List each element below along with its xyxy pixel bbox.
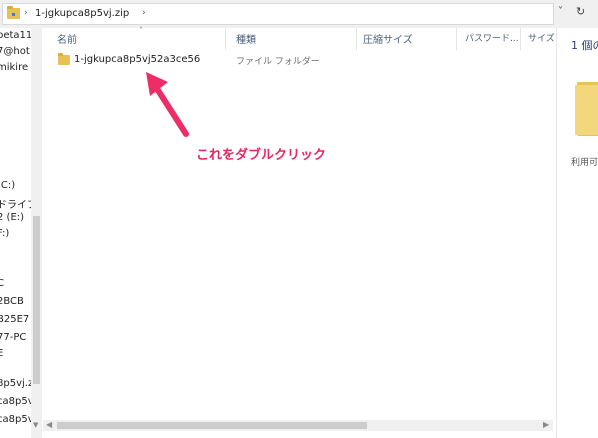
folder-icon xyxy=(58,53,70,65)
annotation-text: これをダブルクリック xyxy=(196,148,327,163)
column-header-compressed-size[interactable]: 圧縮サイズ xyxy=(363,31,413,46)
nav-scrollbar[interactable]: ▼ xyxy=(31,28,42,438)
column-divider[interactable] xyxy=(356,28,357,50)
column-header-type[interactable]: 種類 xyxy=(236,31,256,46)
column-header-size[interactable]: サイズ xyxy=(528,31,555,44)
nav-item[interactable]: B25E7 xyxy=(0,314,29,325)
column-divider[interactable] xyxy=(225,28,226,50)
column-header-password[interactable]: パスワード... xyxy=(465,31,519,44)
chevron-down-icon[interactable]: ˅ xyxy=(558,6,563,17)
address-bar-area: › 1-jgkupca8p5vj.zip › ˅ ↻ xyxy=(0,0,598,28)
breadcrumb-zip[interactable]: 1-jgkupca8p5vj.zip xyxy=(35,8,129,19)
nav-item[interactable]: 2 (E:) xyxy=(0,212,24,223)
scroll-right-arrow-icon[interactable]: ▶ xyxy=(543,420,549,429)
chevron-right-icon[interactable]: › xyxy=(24,8,28,18)
item-type: ファイル フォルダー xyxy=(236,57,320,67)
nav-item[interactable]: C xyxy=(0,278,4,289)
chevron-right-icon[interactable]: › xyxy=(142,8,146,18)
nav-item[interactable]: 7@hot xyxy=(0,46,30,57)
details-pane: 1 個の 利用可 xyxy=(556,28,598,438)
nav-item[interactable]: beta11 xyxy=(0,30,32,41)
nav-item[interactable]: 8p5vj.z xyxy=(0,378,33,389)
nav-item[interactable]: E xyxy=(0,348,3,359)
scroll-down-arrow-icon[interactable]: ▼ xyxy=(33,421,38,429)
file-list: 名前 ˄ 種類 圧縮サイズ パスワード... サイズ 1-jgkupca8p5v… xyxy=(43,26,555,438)
sort-ascending-icon: ˄ xyxy=(139,26,143,35)
horizontal-scrollbar[interactable]: ◀ ▶ xyxy=(43,420,553,431)
nav-item[interactable]: 2BCB xyxy=(0,296,24,307)
refresh-icon[interactable]: ↻ xyxy=(576,5,585,18)
horizontal-scrollbar-thumb[interactable] xyxy=(57,422,367,429)
nav-item[interactable]: F:) xyxy=(0,228,9,239)
annotation-arrow-icon xyxy=(146,72,189,137)
nav-scrollbar-thumb[interactable] xyxy=(33,216,40,384)
item-count: 1 個の xyxy=(571,39,598,52)
address-bar[interactable]: › 1-jgkupca8p5vj.zip › xyxy=(2,3,554,25)
column-header-name[interactable]: 名前 xyxy=(57,31,77,46)
nav-item[interactable]: 77-PC xyxy=(0,332,26,343)
scroll-left-arrow-icon[interactable]: ◀ xyxy=(46,420,52,429)
availability-status: 利用可 xyxy=(571,158,598,168)
nav-item[interactable]: mikire xyxy=(0,62,28,73)
nav-item[interactable]: (C:) xyxy=(0,180,15,191)
column-divider[interactable] xyxy=(456,28,457,50)
item-name[interactable]: 1-jgkupca8p5vj52a3ce56 xyxy=(74,54,200,65)
large-folder-icon xyxy=(575,82,598,136)
column-divider[interactable] xyxy=(520,28,521,50)
folder-icon xyxy=(7,6,20,19)
